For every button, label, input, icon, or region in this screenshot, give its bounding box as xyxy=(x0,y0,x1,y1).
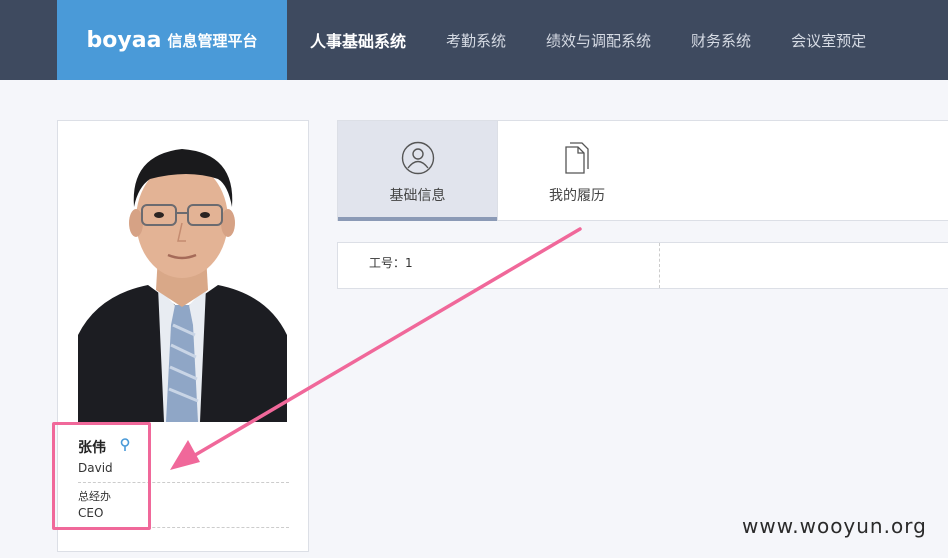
annotation-arrow xyxy=(170,227,582,470)
watermark-text: www.wooyun.org xyxy=(742,514,927,538)
